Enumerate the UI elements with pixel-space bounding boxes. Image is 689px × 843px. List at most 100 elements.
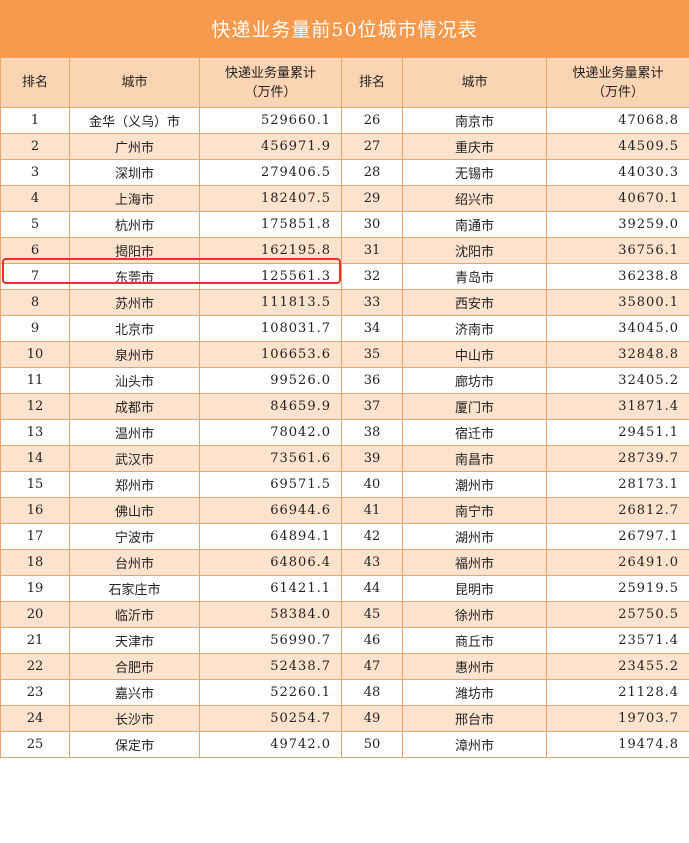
city-cell: 潍坊市 [402,679,547,706]
table-row: 9 北京市 108031.7 34 济南市 34045.0 [0,315,689,342]
table-row: 19 石家庄市 61421.1 44 昆明市 25919.5 [0,575,689,602]
volume-cell: 78042.0 [199,419,342,446]
header-volume-line1: 快递业务量累计 [572,65,664,81]
rank-cell: 18 [0,549,70,576]
city-cell: 邢台市 [402,705,547,732]
city-cell: 漳州市 [402,731,547,758]
rank-cell: 20 [0,601,70,628]
rank-cell: 12 [0,393,70,420]
volume-cell: 52260.1 [199,679,342,706]
volume-cell: 26812.7 [546,497,689,524]
rank-cell: 35 [341,341,403,368]
table-row: 12 成都市 84659.9 37 厦门市 31871.4 [0,393,689,420]
city-cell: 福州市 [402,549,547,576]
city-cell: 台州市 [69,549,200,576]
volume-cell: 39259.0 [546,211,689,238]
rank-cell: 40 [341,471,403,498]
volume-cell: 28173.1 [546,471,689,498]
rank-cell: 5 [0,211,70,238]
volume-cell: 66944.6 [199,497,342,524]
city-cell: 绍兴市 [402,185,547,212]
city-cell: 揭阳市 [69,237,200,264]
table-body: 1 金华（义乌）市 529660.1 26 南京市 47068.8 2 广州市 456971.9… [0,107,689,758]
table-row: 1 金华（义乌）市 529660.1 26 南京市 47068.8 [0,107,689,134]
table-row: 17 宁波市 64894.1 42 湖州市 26797.1 [0,523,689,550]
rank-cell: 32 [341,263,403,290]
volume-cell: 49742.0 [199,731,342,758]
rank-cell: 19 [0,575,70,602]
volume-cell: 84659.9 [199,393,342,420]
city-cell: 温州市 [69,419,200,446]
city-cell: 南昌市 [402,445,547,472]
rank-cell: 21 [0,627,70,654]
rank-cell: 31 [341,237,403,264]
rank-cell: 4 [0,185,70,212]
header-rank-right: 排名 [341,57,403,108]
city-cell: 保定市 [69,731,200,758]
volume-cell: 23571.4 [546,627,689,654]
volume-cell: 73561.6 [199,445,342,472]
rank-cell: 48 [341,679,403,706]
city-cell: 潮州市 [402,471,547,498]
volume-cell: 50254.7 [199,705,342,732]
rank-cell: 10 [0,341,70,368]
table-row: 16 佛山市 66944.6 41 南宁市 26812.7 [0,497,689,524]
table-row: 15 郑州市 69571.5 40 潮州市 28173.1 [0,471,689,498]
volume-cell: 64806.4 [199,549,342,576]
city-cell: 北京市 [69,315,200,342]
city-cell: 沈阳市 [402,237,547,264]
volume-cell: 40670.1 [546,185,689,212]
city-cell: 昆明市 [402,575,547,602]
table-row: 20 临沂市 58384.0 45 徐州市 25750.5 [0,601,689,628]
rank-cell: 26 [341,107,403,134]
header-rank-left: 排名 [0,57,70,108]
rank-cell: 34 [341,315,403,342]
city-cell: 南宁市 [402,497,547,524]
volume-cell: 111813.5 [199,289,342,316]
city-cell: 廊坊市 [402,367,547,394]
rank-cell: 39 [341,445,403,472]
city-cell: 深圳市 [69,159,200,186]
header-volume-line1: 快递业务量累计 [224,65,316,81]
city-cell: 成都市 [69,393,200,420]
city-cell: 西安市 [402,289,547,316]
city-cell: 嘉兴市 [69,679,200,706]
volume-cell: 36238.8 [546,263,689,290]
city-cell: 湖州市 [402,523,547,550]
table-row: 25 保定市 49742.0 50 漳州市 19474.8 [0,731,689,758]
volume-cell: 34045.0 [546,315,689,342]
volume-cell: 69571.5 [199,471,342,498]
volume-cell: 36756.1 [546,237,689,264]
city-cell: 南通市 [402,211,547,238]
city-cell: 汕头市 [69,367,200,394]
city-cell: 长沙市 [69,705,200,732]
volume-cell: 29451.1 [546,419,689,446]
header-city-right: 城市 [402,57,547,108]
table-row: 22 合肥市 52438.7 47 惠州市 23455.2 [0,653,689,680]
rank-cell: 6 [0,237,70,264]
volume-cell: 108031.7 [199,315,342,342]
rank-cell: 45 [341,601,403,628]
table-header-row: 排名 城市 快递业务量累计 （万件） 排名 城市 快递业务量累计 （万件） [0,57,689,108]
city-cell: 东莞市 [69,263,200,290]
volume-cell: 56990.7 [199,627,342,654]
rank-cell: 24 [0,705,70,732]
city-cell: 泉州市 [69,341,200,368]
rank-cell: 41 [341,497,403,524]
rank-cell: 8 [0,289,70,316]
rank-cell: 14 [0,445,70,472]
volume-cell: 35800.1 [546,289,689,316]
volume-cell: 182407.5 [199,185,342,212]
table-row: 21 天津市 56990.7 46 商丘市 23571.4 [0,627,689,654]
rank-cell: 22 [0,653,70,680]
volume-cell: 175851.8 [199,211,342,238]
table-row: 24 长沙市 50254.7 49 邢台市 19703.7 [0,705,689,732]
city-cell: 无锡市 [402,159,547,186]
city-cell: 郑州市 [69,471,200,498]
rank-cell: 27 [341,133,403,160]
volume-cell: 21128.4 [546,679,689,706]
city-cell: 济南市 [402,315,547,342]
volume-cell: 26797.1 [546,523,689,550]
table-row: 6 揭阳市 162195.8 31 沈阳市 36756.1 [0,237,689,264]
rank-cell: 30 [341,211,403,238]
